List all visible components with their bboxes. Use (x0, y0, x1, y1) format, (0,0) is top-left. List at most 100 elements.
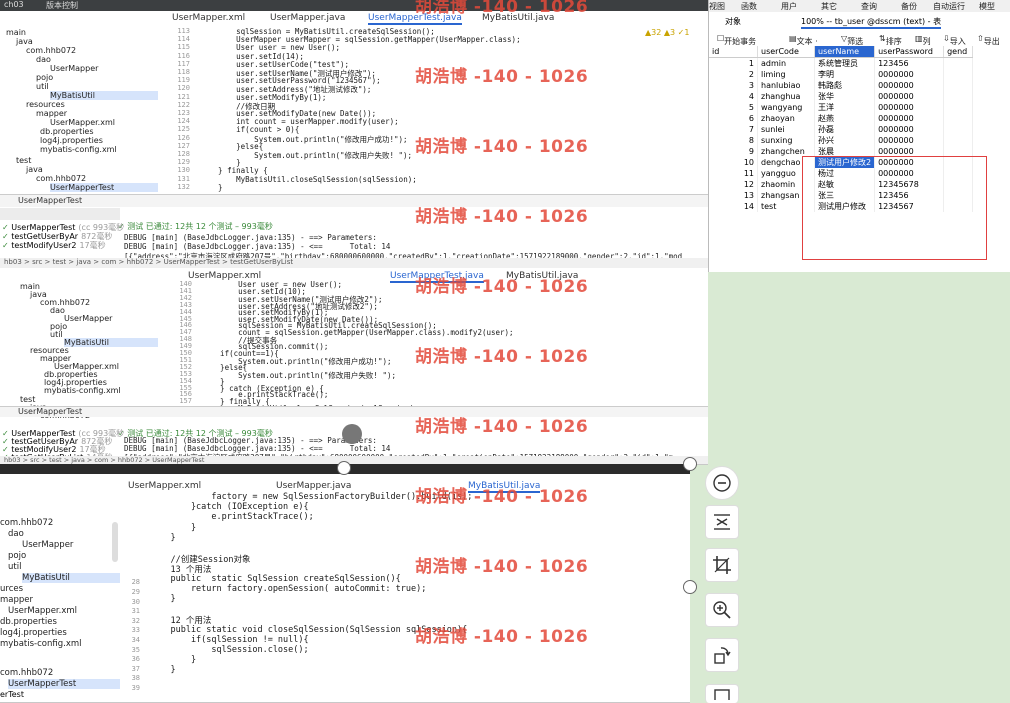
tree-item-selected[interactable]: MyBatisUtil (50, 91, 158, 100)
text-button[interactable]: ▤ 文本 · (789, 34, 818, 46)
tree-item-selected[interactable]: MyBatisUtil (22, 573, 120, 583)
tree-item[interactable]: mapper (0, 595, 33, 605)
table-cell[interactable]: 10 (709, 157, 758, 168)
table-cell[interactable] (943, 124, 974, 135)
table-cell[interactable]: 7 (709, 124, 758, 135)
tree-item[interactable]: util (8, 562, 21, 572)
table-cell[interactable]: 0000000 (874, 80, 945, 91)
table-cell[interactable]: 0000000 (874, 135, 945, 146)
tree-item[interactable]: UserMapper (64, 314, 112, 323)
tree-item[interactable]: dao (50, 306, 65, 315)
menu-vcs[interactable]: 版本控制 (46, 0, 78, 11)
column-id[interactable]: id (709, 46, 758, 58)
column-usercode[interactable]: userCode (757, 46, 815, 58)
column-gender[interactable]: gend (943, 46, 974, 58)
table-cell[interactable]: zhanghua (757, 91, 815, 102)
table-cell[interactable]: 0000000 (874, 102, 945, 113)
menu-view[interactable]: 视图 (709, 1, 725, 12)
table-cell[interactable]: 123456 (874, 57, 945, 69)
menu-autorun[interactable]: 自动运行 (933, 1, 965, 12)
table-cell[interactable]: sunxing (757, 135, 815, 146)
code-editor[interactable]: sqlSession = MyBatisUtil.createSqlSessio… (200, 27, 705, 192)
tree-item[interactable]: dao (8, 529, 24, 539)
table-cell[interactable] (943, 57, 974, 69)
tree-item[interactable]: dao (36, 55, 51, 64)
crop-handle[interactable] (683, 457, 697, 471)
menu-function[interactable]: 函数 (741, 1, 757, 12)
table-row[interactable]: 1 admin 系统管理员 123456 (709, 57, 974, 69)
tree-item[interactable]: pojo (8, 551, 26, 561)
tree-item[interactable]: test (16, 156, 31, 165)
zoom-in-button[interactable] (705, 593, 739, 627)
table-row[interactable]: 2 liming 李明 0000000 (709, 69, 974, 80)
table-cell[interactable]: 孙兴 (814, 135, 876, 146)
columns-button[interactable]: ▥ 列 (915, 34, 931, 46)
table-cell[interactable]: zhaoyan (757, 113, 815, 124)
tree-item-selected[interactable]: MyBatisUtil (64, 338, 158, 347)
table-cell[interactable]: admin (757, 57, 815, 69)
run-title[interactable]: UserMapperTest (18, 407, 82, 416)
table-cell[interactable]: 3 (709, 80, 758, 91)
zoom-out-button[interactable] (705, 466, 739, 500)
code-editor[interactable]: factory = new SqlSessionFactoryBuilder()… (150, 492, 680, 692)
table-cell[interactable]: 0000000 (874, 124, 945, 135)
tab-tb-user[interactable]: 100% -- tb_user @dsscm (text) - 表 (801, 16, 942, 29)
table-row[interactable]: 3 hanlubiao 韩路彪 0000000 (709, 80, 974, 91)
tab-usermapper-java[interactable]: UserMapper.java (276, 481, 351, 491)
table-cell[interactable]: 5 (709, 102, 758, 113)
table-cell[interactable]: 9 (709, 146, 758, 157)
inspection-warnings[interactable]: ▲32 ▲3 ✓1 (645, 28, 689, 37)
tree-item-selected[interactable]: UserMapperTest (8, 679, 120, 689)
column-username[interactable]: userName (814, 46, 876, 58)
run-title[interactable]: UserMapperTest (18, 196, 82, 205)
table-cell[interactable]: 13 (709, 190, 758, 201)
tree-item-selected[interactable]: UserMapperTest (50, 183, 158, 192)
menu-backup[interactable]: 备份 (901, 1, 917, 12)
table-cell[interactable]: 8 (709, 135, 758, 146)
tree-item[interactable]: log4j.properties (40, 136, 103, 145)
project-title[interactable]: ch03 (4, 0, 24, 9)
crop-handle[interactable] (683, 580, 697, 594)
table-cell[interactable]: 王洋 (814, 102, 876, 113)
tree-item[interactable]: com.hhb072 (26, 46, 76, 55)
table-cell[interactable]: hanlubiao (757, 80, 815, 91)
tree-item[interactable]: urces (0, 584, 23, 594)
table-cell[interactable]: sunlei (757, 124, 815, 135)
tree-item[interactable]: java (26, 165, 43, 174)
tree-item[interactable]: pojo (36, 73, 53, 82)
resize-button[interactable] (705, 684, 739, 703)
table-cell[interactable] (943, 102, 974, 113)
tree-item[interactable]: com.hhb072 (40, 298, 90, 307)
table-cell[interactable]: wangyang (757, 102, 815, 113)
table-cell[interactable]: 赵燕 (814, 113, 876, 124)
export-button[interactable]: ⇧ 导出 (977, 34, 1000, 46)
rotate-button[interactable] (705, 638, 739, 672)
tab-usermapper-xml[interactable]: UserMapper.xml (128, 481, 201, 491)
table-cell[interactable]: 韩路彪 (814, 80, 876, 91)
table-row[interactable]: 7 sunlei 孙磊 0000000 (709, 124, 974, 135)
tree-item[interactable]: util (36, 82, 49, 91)
tree-item[interactable]: mybatis-config.xml (40, 145, 117, 154)
test-item[interactable]: ✓ testModifyUser2 17毫秒 (2, 240, 106, 251)
tree-item[interactable]: com.hhb072 (36, 174, 86, 183)
tree-item[interactable]: log4j.properties (0, 628, 67, 638)
tab-usermapper-java[interactable]: UserMapper.java (270, 13, 345, 23)
rotate-handle[interactable] (342, 424, 362, 444)
tree-item[interactable]: mapper (36, 109, 67, 118)
table-cell[interactable]: 0000000 (874, 69, 945, 80)
table-cell[interactable] (943, 69, 974, 80)
tree-item[interactable]: UserMapper (50, 64, 98, 73)
tree-item[interactable]: resources (26, 100, 65, 109)
align-button[interactable] (705, 505, 739, 539)
table-row[interactable]: 5 wangyang 王洋 0000000 (709, 102, 974, 113)
tree-item[interactable]: UserMapper (22, 540, 73, 550)
sort-button[interactable]: ⇅ 排序 (879, 34, 902, 46)
column-userpassword[interactable]: userPassword (874, 46, 945, 58)
import-button[interactable]: ⇩ 导入 (943, 34, 966, 46)
tab-usermapper-xml[interactable]: UserMapper.xml (172, 13, 245, 23)
table-cell[interactable]: 李明 (814, 69, 876, 80)
table-cell[interactable]: 1 (709, 57, 758, 69)
table-row[interactable]: 4 zhanghua 张华 0000000 (709, 91, 974, 102)
table-cell[interactable] (943, 91, 974, 102)
table-cell[interactable] (943, 135, 974, 146)
